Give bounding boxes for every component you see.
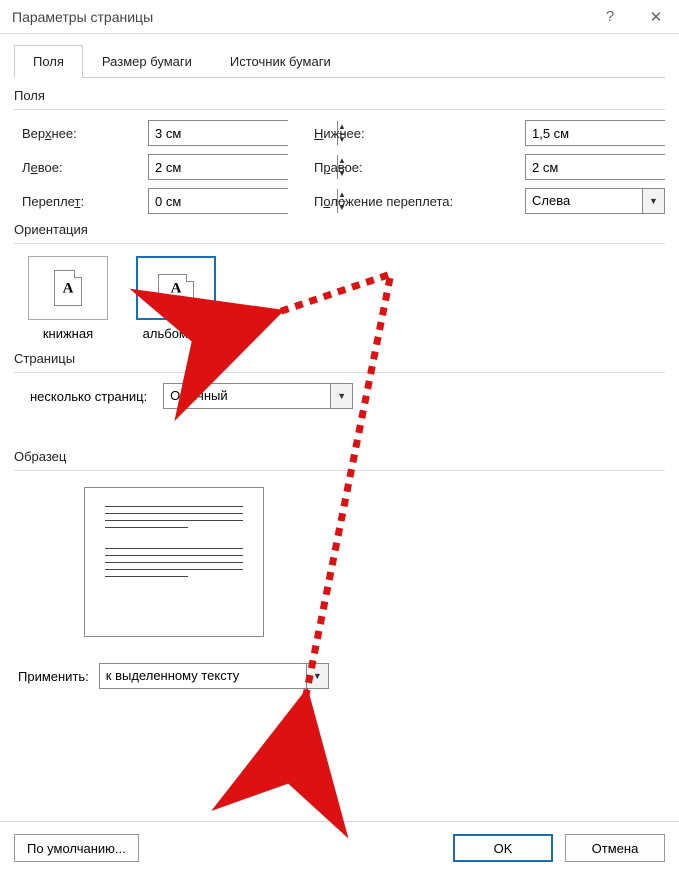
chevron-down-icon[interactable]: ▼ <box>306 664 328 688</box>
close-button[interactable]: ✕ <box>633 0 679 34</box>
label-top: Верхнее: <box>22 126 132 141</box>
ok-button[interactable]: OK <box>453 834 553 862</box>
portrait-page-icon: A <box>54 270 82 306</box>
spinner-top[interactable]: ▲▼ <box>148 120 288 146</box>
divider <box>14 470 665 471</box>
spinner-left[interactable]: ▲▼ <box>148 154 288 180</box>
label-left: Левое: <box>22 160 132 175</box>
label-bottom: Нижнее: <box>314 126 509 141</box>
divider <box>14 243 665 244</box>
preview-group-title: Образец <box>14 449 665 464</box>
orientation-portrait-label: книжная <box>43 326 93 341</box>
chevron-down-icon[interactable]: ▼ <box>330 384 352 408</box>
label-gutter: Переплет: <box>22 194 132 209</box>
divider <box>14 372 665 373</box>
label-gutter-pos: Положение переплета: <box>314 194 509 209</box>
select-apply-to-value: к выделенному тексту <box>100 664 306 688</box>
spinner-gutter[interactable]: ▲▼ <box>148 188 288 214</box>
spinner-right[interactable]: ▲▼ <box>525 154 665 180</box>
help-button[interactable]: ? <box>587 0 633 34</box>
pages-group-title: Страницы <box>14 351 665 366</box>
label-multiple-pages: несколько страниц: <box>30 389 147 404</box>
tab-bar: Поля Размер бумаги Источник бумаги <box>14 44 665 78</box>
margins-group-title: Поля <box>14 88 665 103</box>
input-left[interactable] <box>149 155 337 179</box>
select-multiple-pages-value: Обычный <box>164 384 330 408</box>
orientation-landscape[interactable]: A альбомная <box>132 256 220 341</box>
titlebar: Параметры страницы ? ✕ <box>0 0 679 34</box>
input-gutter[interactable] <box>149 189 337 213</box>
select-apply-to[interactable]: к выделенному тексту ▼ <box>99 663 329 689</box>
label-right: Правое: <box>314 160 509 175</box>
orientation-portrait[interactable]: A книжная <box>24 256 112 341</box>
select-multiple-pages[interactable]: Обычный ▼ <box>163 383 353 409</box>
preview-page-icon <box>84 487 264 637</box>
orientation-group-title: Ориентация <box>14 222 665 237</box>
dialog-title: Параметры страницы <box>12 9 153 25</box>
input-right[interactable] <box>526 155 679 179</box>
input-bottom[interactable] <box>526 121 679 145</box>
tab-paper-source[interactable]: Источник бумаги <box>211 45 350 78</box>
dialog-footer: По умолчанию... OK Отмена <box>0 821 679 874</box>
tab-paper-size[interactable]: Размер бумаги <box>83 45 211 78</box>
landscape-page-icon: A <box>158 274 194 302</box>
chevron-down-icon[interactable]: ▼ <box>642 189 664 213</box>
orientation-landscape-label: альбомная <box>143 326 210 341</box>
select-gutter-pos[interactable]: Слева ▼ <box>525 188 665 214</box>
input-top[interactable] <box>149 121 337 145</box>
set-default-button[interactable]: По умолчанию... <box>14 834 139 862</box>
tab-fields[interactable]: Поля <box>14 45 83 78</box>
cancel-button[interactable]: Отмена <box>565 834 665 862</box>
divider <box>14 109 665 110</box>
spinner-bottom[interactable]: ▲▼ <box>525 120 665 146</box>
label-apply-to: Применить: <box>18 669 89 684</box>
select-gutter-pos-value: Слева <box>526 189 642 213</box>
